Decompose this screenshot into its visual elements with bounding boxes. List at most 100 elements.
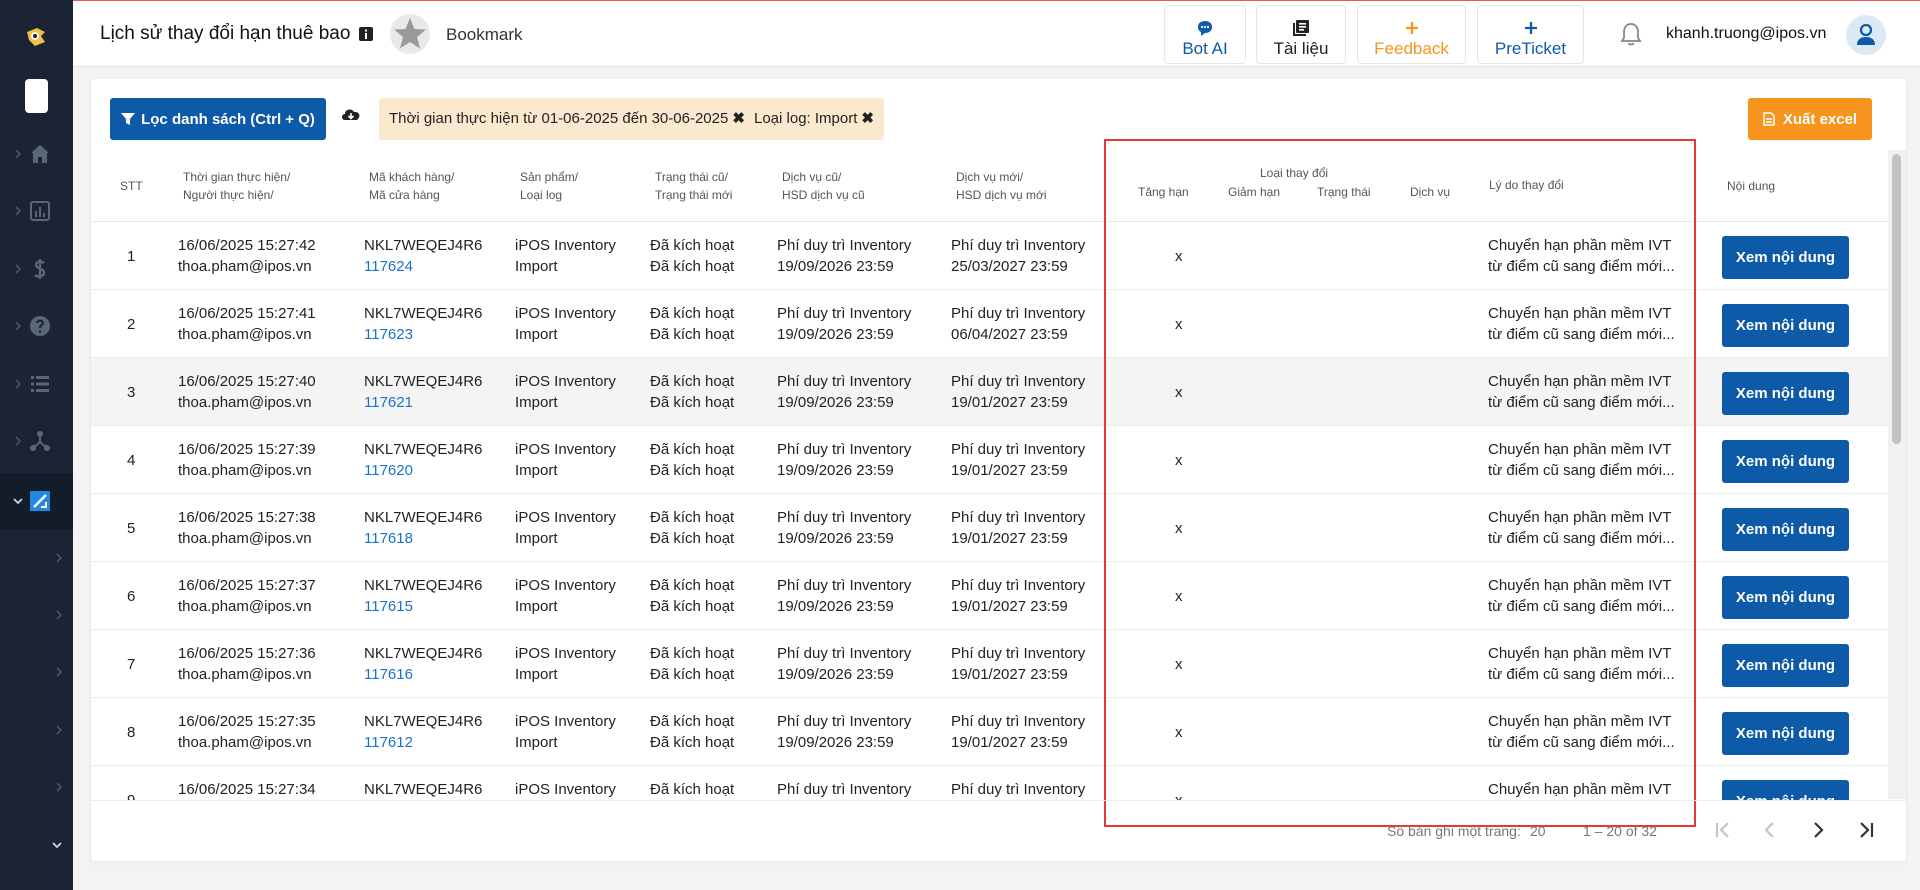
view-content-button[interactable]: Xem nội dung — [1722, 440, 1849, 483]
last-page-icon[interactable] — [1854, 818, 1878, 842]
view-content-button[interactable]: Xem nội dung — [1722, 508, 1849, 551]
chevron-right-icon — [15, 206, 22, 216]
docs-button[interactable]: Tài liệu — [1256, 5, 1346, 64]
sidebar-item-home[interactable] — [0, 139, 73, 169]
logo-icon[interactable] — [23, 24, 49, 50]
cell-customer: NKL7WEQEJ4R6 117623 — [364, 305, 483, 345]
header-status: Trạng thái cũ/Trạng thái mới — [655, 170, 733, 202]
sidebar-item-subscription[interactable] — [0, 486, 73, 516]
view-content-button[interactable]: Xem nội dung — [1722, 576, 1849, 619]
user-icon — [1857, 23, 1875, 45]
chevron-right-icon[interactable] — [52, 665, 66, 679]
store-link[interactable]: 117624 — [364, 256, 482, 277]
store-link[interactable]: 117616 — [364, 664, 482, 685]
cell-customer: NKL7WEQEJ4R6 117616 — [364, 645, 483, 685]
preticket-button[interactable]: PreTicket — [1477, 5, 1584, 64]
cell-customer: NKL7WEQEJ4R6 117624 — [364, 237, 483, 277]
filter-icon — [121, 112, 136, 125]
chevron-right-icon[interactable] — [52, 608, 66, 622]
header-content: Nội dung — [1727, 179, 1776, 193]
sidebar-item-reports[interactable] — [0, 196, 73, 226]
chevron-right-icon — [15, 149, 22, 159]
cell-new-service: Phí duy trì Inventory — [951, 781, 1086, 798]
export-excel-button[interactable]: Xuất excel — [1748, 98, 1872, 140]
store-link[interactable]: 117623 — [364, 324, 482, 345]
chip-label: Thời gian thực hiện từ 01-06-2025 đến 30… — [389, 110, 729, 127]
view-content-button[interactable]: Xem nội dung — [1722, 644, 1849, 687]
cell-new-service: Phí duy trì Inventory 25/03/2027 23:59 — [951, 237, 1086, 275]
chat-icon — [1198, 21, 1212, 36]
star-icon[interactable] — [389, 13, 431, 55]
cloud-download-icon[interactable] — [340, 105, 362, 125]
bookmark-label[interactable]: Bookmark — [446, 25, 523, 45]
store-link[interactable]: 117618 — [364, 528, 482, 549]
cell-old-service: Phí duy trì Inventory 19/09/2026 23:59 — [777, 237, 912, 275]
preticket-label: PreTicket — [1494, 39, 1567, 58]
info-icon[interactable] — [358, 26, 374, 42]
cell-time: 16/06/2025 15:27:42 thoa.pham@ipos.vn — [178, 237, 316, 275]
book-icon — [1293, 20, 1309, 36]
bell-icon[interactable] — [1619, 21, 1643, 47]
store-link[interactable]: 117612 — [364, 732, 482, 753]
next-page-icon[interactable] — [1806, 818, 1830, 842]
view-content-button[interactable]: Xem nội dung — [1722, 712, 1849, 755]
export-label: Xuất excel — [1782, 110, 1858, 128]
avatar[interactable] — [1846, 15, 1886, 55]
cell-old-service: Phí duy trì Inventory 19/09/2026 23:59 — [777, 713, 912, 751]
cell-stt: 5 — [127, 520, 136, 537]
sidebar-item-network[interactable] — [0, 426, 73, 456]
prev-page-icon[interactable] — [1758, 818, 1782, 842]
cell-stt: 1 — [127, 248, 136, 265]
chip-close-icon[interactable]: ✖ — [861, 110, 874, 127]
bot-ai-button[interactable]: Bot AI — [1164, 5, 1246, 64]
cell-time: 16/06/2025 15:27:37 thoa.pham@ipos.vn — [178, 577, 316, 615]
cell-old-service: Phí duy trì Inventory 19/09/2026 23:59 — [777, 373, 912, 411]
view-content-button[interactable]: Xem nội dung — [1722, 372, 1849, 415]
cell-status: Đã kích hoạt Đã kích hoạt — [650, 713, 735, 751]
store-link[interactable]: 117620 — [364, 460, 482, 481]
cell-time: 16/06/2025 15:27:35 thoa.pham@ipos.vn — [178, 713, 316, 751]
chevron-down-icon[interactable] — [50, 838, 64, 852]
cell-status: Đã kích hoạt Đã kích hoạt — [650, 509, 735, 547]
per-page-select[interactable]: 20 — [1530, 823, 1546, 839]
sidebar-item-help[interactable] — [0, 311, 73, 341]
cell-stt: 6 — [127, 588, 136, 605]
filter-button[interactable]: Lọc danh sách (Ctrl + Q) — [110, 98, 326, 140]
view-content-button[interactable]: Xem nội dung — [1722, 236, 1849, 279]
cell-status: Đã kích hoạt — [650, 781, 735, 798]
feedback-button[interactable]: Feedback — [1357, 5, 1466, 64]
cell-time: 16/06/2025 15:27:40 thoa.pham@ipos.vn — [178, 373, 316, 411]
cell-product: iPOS Inventory Import — [515, 373, 616, 411]
cell-status: Đã kích hoạt Đã kích hoạt — [650, 373, 735, 411]
cell-status: Đã kích hoạt Đã kích hoạt — [650, 441, 735, 479]
cell-stt: 7 — [127, 656, 136, 673]
store-link[interactable]: 117615 — [364, 596, 482, 617]
plus-icon — [1524, 22, 1537, 34]
cell-old-service: Phí duy trì Inventory — [777, 781, 912, 798]
scroll-thumb[interactable] — [1892, 154, 1901, 444]
cell-stt: 2 — [127, 316, 136, 333]
sidebar-collapse-toggle[interactable] — [25, 79, 48, 113]
cell-status: Đã kích hoạt Đã kích hoạt — [650, 305, 735, 343]
first-page-icon[interactable] — [1711, 818, 1735, 842]
chevron-down-icon — [13, 498, 23, 505]
sidebar-item-finance[interactable] — [0, 254, 73, 284]
chevron-right-icon[interactable] — [52, 723, 66, 737]
edit-box-icon — [30, 491, 50, 511]
file-icon — [1763, 111, 1775, 126]
top-header: Lịch sử thay đổi hạn thuê bao Bookmark B… — [73, 0, 1920, 67]
cell-old-service: Phí duy trì Inventory 19/09/2026 23:59 — [777, 577, 912, 615]
cell-new-service: Phí duy trì Inventory 19/01/2027 23:59 — [951, 373, 1086, 411]
user-email[interactable]: khanh.truong@ipos.vn — [1666, 25, 1826, 43]
docs-label: Tài liệu — [1273, 39, 1329, 58]
chevron-right-icon[interactable] — [52, 780, 66, 794]
view-content-button[interactable]: Xem nội dung — [1722, 780, 1849, 800]
vertical-scrollbar[interactable] — [1888, 150, 1906, 799]
chevron-right-icon[interactable] — [52, 551, 66, 565]
cell-status: Đã kích hoạt Đã kích hoạt — [650, 645, 735, 683]
view-content-button[interactable]: Xem nội dung — [1722, 304, 1849, 347]
chip-close-icon[interactable]: ✖ — [732, 110, 745, 127]
sidebar-item-list[interactable] — [0, 369, 73, 399]
cell-product: iPOS Inventory Import — [515, 645, 616, 683]
store-link[interactable]: 117621 — [364, 392, 482, 413]
